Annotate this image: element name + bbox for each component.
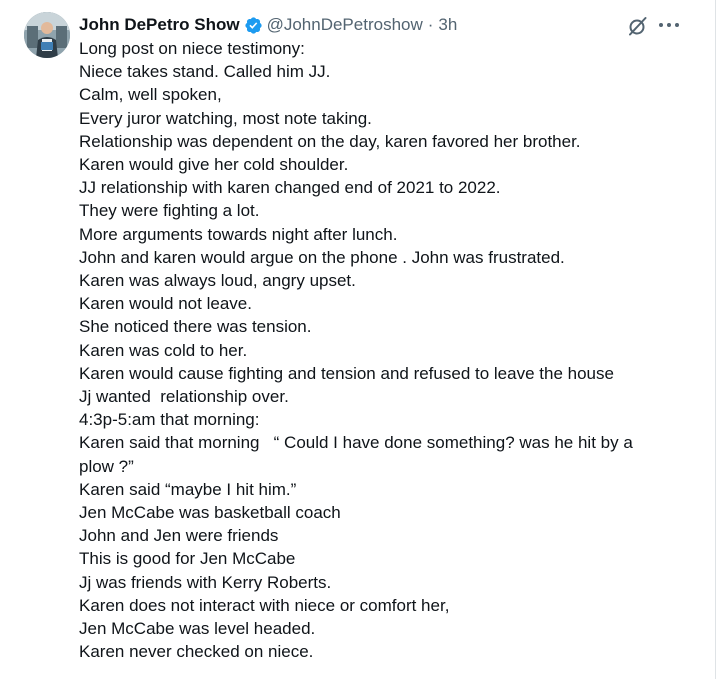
tweet-line: She noticed there was tension. — [79, 317, 312, 337]
tweet-line: Every juror watching, most note taking. — [79, 108, 372, 128]
tweet-line: They were fighting a lot. — [79, 201, 260, 221]
tweet-line: 4:3p-5:am that morning: — [79, 410, 260, 430]
separator-dot: · — [427, 15, 434, 34]
tweet-line: JJ relationship with karen changed end o… — [79, 178, 501, 198]
verified-badge-icon[interactable] — [244, 16, 263, 35]
tweet-line: Karen does not interact with niece or co… — [79, 595, 450, 615]
tweet-line: Karen would not leave. — [79, 294, 252, 314]
more-options-icon[interactable] — [656, 18, 682, 32]
tweet-line: Karen never checked on niece. — [79, 642, 314, 662]
tweet-line: plow ?” — [79, 456, 134, 476]
tweet-line: Jj was friends with Kerry Roberts. — [79, 572, 332, 592]
tweet-line: Karen would cause fighting and tension a… — [79, 363, 614, 383]
tweet-line: This is good for Jen McCabe — [79, 549, 296, 569]
tweet-line: More arguments towards night after lunch… — [79, 224, 398, 244]
author-name[interactable]: John DePetro Show — [79, 15, 240, 35]
author-handle[interactable]: @JohnDePetroshow — [267, 15, 423, 35]
tweet-line: Jj wanted relationship over. — [79, 387, 289, 407]
tweet-line: Jen McCabe was level headed. — [79, 619, 316, 639]
tweet-line: Karen would give her cold shoulder. — [79, 155, 349, 175]
tweet-line: Karen was always loud, angry upset. — [79, 271, 356, 291]
post-timestamp[interactable]: 3h — [438, 15, 457, 35]
tweet-line: Calm, well spoken, — [79, 85, 222, 105]
tweet-line: Karen said “maybe I hit him.” — [79, 479, 297, 499]
tweet-line: John and Jen were friends — [79, 526, 279, 546]
timeline-divider — [715, 0, 716, 679]
tweet-line: Long post on niece testimony: — [79, 39, 305, 58]
tweet-line: Karen said that morning “ Could I have d… — [79, 433, 633, 453]
tweet-line: Karen was cold to her. — [79, 340, 248, 360]
tweet-text: Long post on niece testimony: Niece take… — [79, 37, 669, 663]
tweet-header: John DePetro Show @JohnDePetroshow · 3h — [79, 13, 457, 37]
tweet-line: John and karen would argue on the phone … — [79, 247, 565, 267]
profile-avatar[interactable] — [24, 12, 70, 58]
tweet-line: Relationship was dependent on the day, k… — [79, 131, 581, 151]
tweet-line: Jen McCabe was basketball coach — [79, 503, 341, 523]
grok-icon[interactable] — [626, 14, 650, 38]
tweet-line: Niece takes stand. Called him JJ. — [79, 62, 331, 82]
